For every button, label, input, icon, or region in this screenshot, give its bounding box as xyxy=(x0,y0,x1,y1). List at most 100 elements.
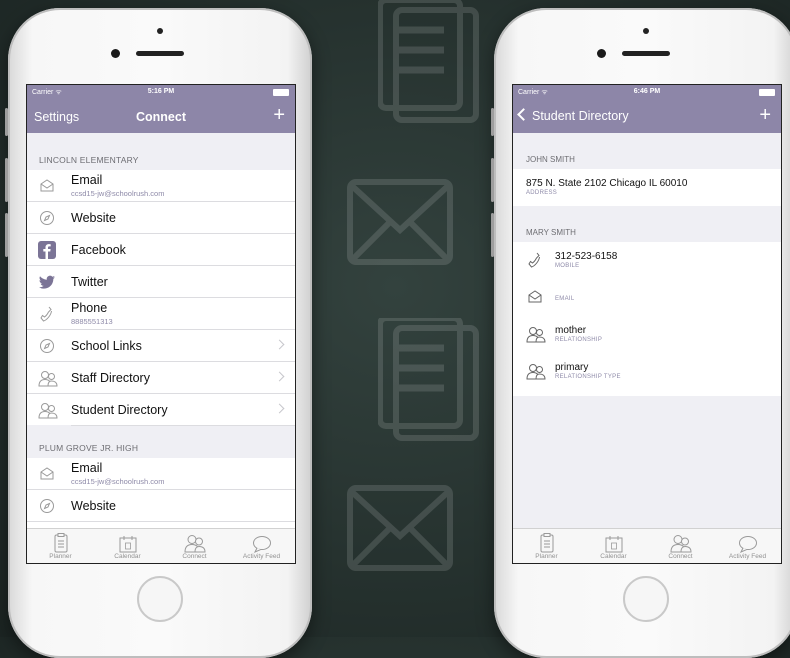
section-header: JOHN SMITH xyxy=(526,155,575,164)
mute-switch xyxy=(5,108,8,136)
tab-planner[interactable]: Planner xyxy=(513,531,580,560)
list-item-label: Staff Directory xyxy=(71,371,150,385)
detail-value: 875 N. State 2102 Chicago IL 60010 xyxy=(526,178,688,189)
people-icon xyxy=(38,369,58,387)
tab-activity-feed[interactable]: Activity Feed xyxy=(228,531,295,560)
list-item-twitter[interactable]: Twitter xyxy=(27,266,295,298)
list-item-facebook[interactable]: Facebook xyxy=(27,234,295,266)
back-label: Student Directory xyxy=(532,109,629,123)
detail-caption: ADDRESS xyxy=(526,190,558,196)
detail-row-mobile[interactable]: 312-523-6158 MOBILE xyxy=(513,242,781,279)
tab-calendar[interactable]: Calendar xyxy=(580,531,647,560)
detail-row-email[interactable]: EMAIL xyxy=(513,279,781,316)
list-item-label: Facebook xyxy=(71,243,126,257)
screen-connect: Carrier ᯤ 5:16 PM Settings Connect + LIN… xyxy=(26,84,296,564)
envelope-icon xyxy=(38,177,56,195)
people-icon xyxy=(647,531,714,553)
home-button[interactable] xyxy=(137,576,183,622)
list-item-staff-directory[interactable]: Staff Directory xyxy=(27,362,295,394)
nav-bar: Student Directory + xyxy=(513,101,781,133)
list-item-school-links[interactable]: School Links xyxy=(27,330,295,362)
page-title: Connect xyxy=(136,110,186,124)
list-item-student-directory[interactable]: Student Directory xyxy=(27,394,295,426)
front-camera xyxy=(111,49,120,58)
bg-envelope-icon xyxy=(346,484,456,574)
tab-connect[interactable]: Connect xyxy=(161,531,228,560)
detail-row-address[interactable]: 875 N. State 2102 Chicago IL 60010 ADDRE… xyxy=(513,169,781,206)
compass-icon xyxy=(38,209,56,227)
people-icon xyxy=(526,325,546,343)
envelope-icon xyxy=(526,288,544,306)
list-item-label: Website xyxy=(71,499,116,513)
envelope-icon xyxy=(38,465,56,483)
clipboard-icon xyxy=(513,531,580,553)
detail-row-relationship[interactable]: mother RELATIONSHIP xyxy=(513,316,781,353)
home-button[interactable] xyxy=(623,576,669,622)
tab-planner[interactable]: Planner xyxy=(27,531,94,560)
section-header: LINCOLN ELEMENTARY xyxy=(39,155,139,165)
chevron-right-icon xyxy=(274,371,285,382)
compass-icon xyxy=(38,497,56,515)
tab-label: Calendar xyxy=(600,553,627,560)
detail-value: 312-523-6158 xyxy=(555,251,618,262)
list-item-email[interactable]: Email ccsd15-jw@schoolrush.com xyxy=(27,458,295,490)
bg-document-icon xyxy=(378,318,488,448)
back-button[interactable]: Student Directory xyxy=(517,108,629,123)
phone-icon xyxy=(38,305,56,323)
battery-icon xyxy=(273,89,289,96)
tab-bar: Planner Calendar Connect Activity Feed xyxy=(513,528,781,563)
detail-caption: RELATIONSHIP xyxy=(555,337,603,343)
tab-label: Planner xyxy=(49,553,72,560)
phone-right: Carrier ᯤ 6:46 PM Student Directory + JO… xyxy=(491,8,790,658)
tab-activity-feed[interactable]: Activity Feed xyxy=(714,531,781,560)
tab-calendar[interactable]: Calendar xyxy=(94,531,161,560)
list-item-label: Email xyxy=(71,461,103,475)
phone-left: Carrier ᯤ 5:16 PM Settings Connect + LIN… xyxy=(5,8,312,658)
detail-group: 312-523-6158 MOBILE EMAIL mother RELATIO… xyxy=(513,242,781,396)
section-header: PLUM GROVE JR. HIGH xyxy=(39,443,139,453)
volume-up-button xyxy=(491,158,494,202)
tab-label: Planner xyxy=(535,553,558,560)
nav-bar: Settings Connect + xyxy=(27,101,295,133)
add-button[interactable]: + xyxy=(273,104,285,127)
chevron-right-icon xyxy=(274,403,285,414)
mute-switch xyxy=(491,108,494,136)
people-icon xyxy=(526,362,546,380)
tab-connect[interactable]: Connect xyxy=(647,531,714,560)
calendar-icon xyxy=(94,531,161,553)
list-item-website[interactable]: Website xyxy=(27,490,295,522)
chevron-right-icon xyxy=(274,339,285,350)
volume-up-button xyxy=(5,158,8,202)
add-button[interactable]: + xyxy=(759,104,771,127)
earpiece-speaker xyxy=(136,51,184,56)
detail-caption: EMAIL xyxy=(555,296,575,302)
bg-document-icon xyxy=(378,0,488,130)
tab-label: Calendar xyxy=(114,553,141,560)
tab-label: Activity Feed xyxy=(242,553,281,560)
tab-label: Activity Feed xyxy=(728,553,767,560)
phone-icon xyxy=(526,251,544,269)
earpiece-speaker xyxy=(622,51,670,56)
list-item-sublabel: ccsd15-jw@schoolrush.com xyxy=(71,477,165,486)
volume-down-button xyxy=(491,213,494,257)
list-item-website[interactable]: Website xyxy=(27,202,295,234)
people-icon xyxy=(38,401,58,419)
list-item-sublabel: ccsd15-jw@schoolrush.com xyxy=(71,189,165,198)
chevron-left-icon xyxy=(517,108,530,121)
twitter-icon xyxy=(38,273,56,291)
detail-row-relationship-type[interactable]: primary RELATIONSHIP TYPE xyxy=(513,353,781,390)
section-header: MARY SMITH xyxy=(526,228,576,237)
compass-icon xyxy=(38,337,56,355)
list-item-phone[interactable]: Phone 8885551313 xyxy=(27,298,295,330)
tab-bar: Planner Calendar Connect Activity Feed xyxy=(27,528,295,563)
list-item-sublabel: 8885551313 xyxy=(71,317,113,326)
list-item-label: Student Directory xyxy=(71,403,168,417)
list-item-label: School Links xyxy=(71,339,142,353)
speech-bubble-icon xyxy=(228,531,295,553)
volume-down-button xyxy=(5,213,8,257)
battery-icon xyxy=(759,89,775,96)
tab-label: Connect xyxy=(668,553,693,560)
list-item-email[interactable]: Email ccsd15-jw@schoolrush.com xyxy=(27,170,295,202)
proximity-sensor xyxy=(157,28,163,34)
screen-student-detail: Carrier ᯤ 6:46 PM Student Directory + JO… xyxy=(512,84,782,564)
